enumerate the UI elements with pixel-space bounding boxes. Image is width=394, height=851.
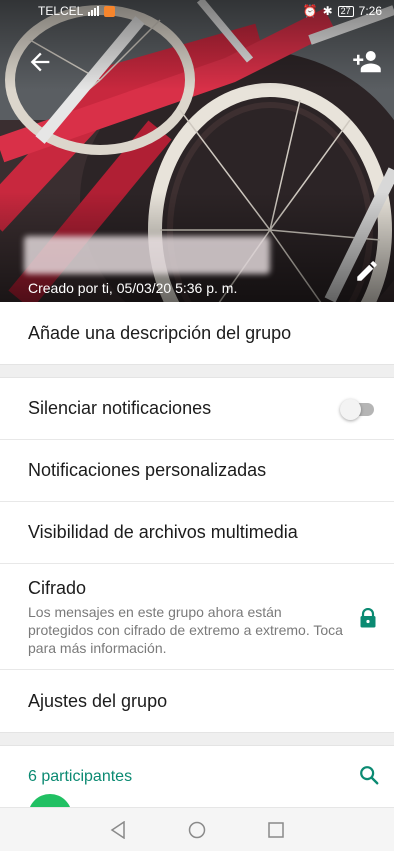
bluetooth-icon: ✱	[322, 4, 333, 18]
group-info-list: Añade una descripción del grupo Silencia…	[0, 302, 394, 808]
participants-count: 6 participantes	[28, 768, 133, 785]
system-nav-bar	[0, 807, 394, 851]
nav-recents-icon[interactable]	[268, 821, 284, 838]
add-person-icon[interactable]	[352, 46, 382, 76]
lock-icon	[360, 607, 376, 633]
section-divider	[0, 732, 394, 746]
media-visibility-label: Visibilidad de archivos multimedia	[28, 522, 298, 542]
encryption-row[interactable]: Cifrado Los mensajes en este grupo ahora…	[0, 564, 394, 670]
nav-home-icon[interactable]	[188, 821, 206, 839]
section-divider	[0, 364, 394, 378]
group-settings-label: Ajustes del grupo	[28, 690, 168, 711]
add-description-label: Añade una descripción del grupo	[28, 322, 292, 343]
carrier-label: TELCEL	[38, 4, 84, 18]
clock: 7:26	[358, 4, 382, 18]
status-bar: TELCEL ⏰ ✱ 27 7:26	[0, 0, 394, 22]
pencil-icon[interactable]	[354, 258, 380, 284]
created-by-text: Creado por ti, 05/03/20 5:36 p. m.	[28, 280, 238, 296]
mute-toggle[interactable]	[340, 398, 376, 420]
encryption-subtitle: Los mensajes en este grupo ahora están p…	[28, 604, 343, 656]
app-notification-icon	[104, 5, 116, 17]
media-visibility-row[interactable]: Visibilidad de archivos multimedia	[0, 502, 394, 564]
group-photo[interactable]: Creado por ti, 05/03/20 5:36 p. m.	[0, 0, 394, 302]
custom-notifications-row[interactable]: Notificaciones personalizadas	[0, 440, 394, 502]
nav-back-icon[interactable]	[110, 820, 126, 839]
back-arrow-icon[interactable]	[26, 48, 54, 76]
mute-notifications-row[interactable]: Silenciar notificaciones	[0, 378, 394, 440]
group-settings-row[interactable]: Ajustes del grupo	[0, 670, 394, 732]
signal-icon	[88, 6, 100, 16]
search-icon[interactable]	[358, 764, 380, 791]
add-description-row[interactable]: Añade una descripción del grupo	[0, 302, 394, 364]
battery-icon: 27	[337, 5, 354, 17]
group-name-redacted	[24, 236, 270, 274]
mute-notifications-label: Silenciar notificaciones	[28, 398, 212, 418]
encryption-title: Cifrado	[28, 578, 87, 598]
alarm-icon: ⏰	[302, 4, 318, 18]
custom-notifications-label: Notificaciones personalizadas	[28, 460, 267, 480]
